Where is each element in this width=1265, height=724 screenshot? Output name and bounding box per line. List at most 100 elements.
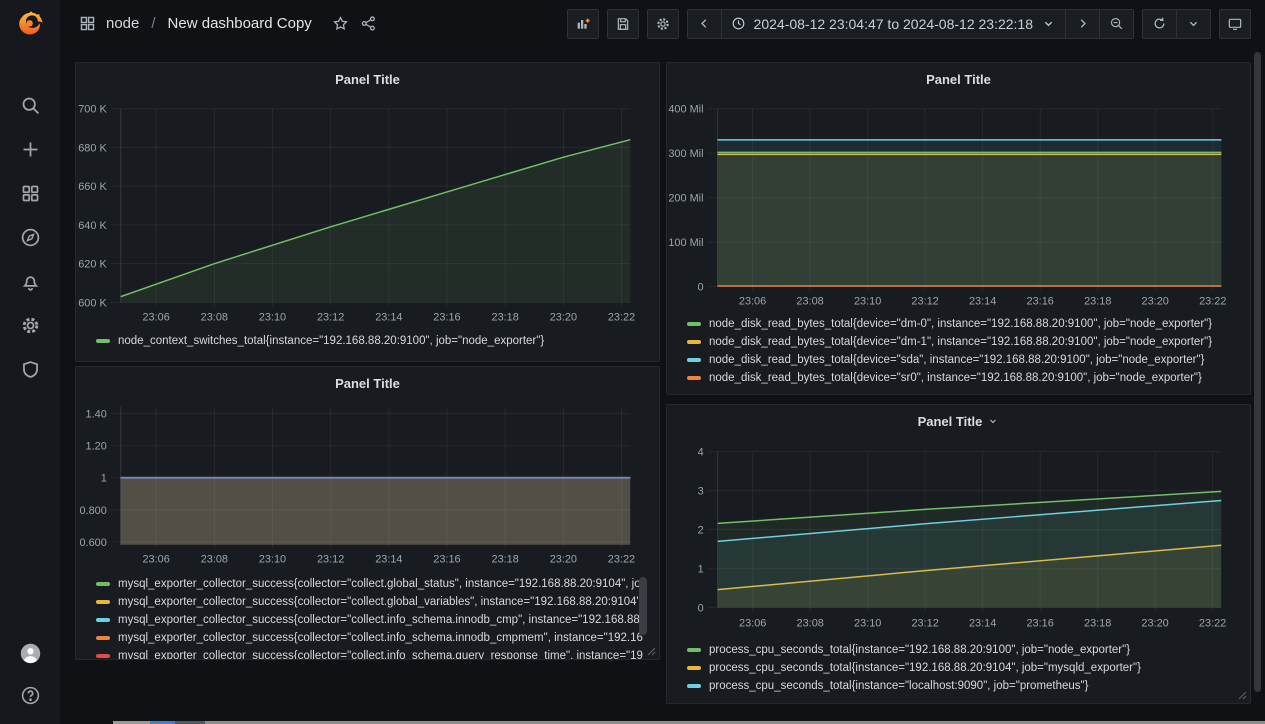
legend-label: mysql_exporter_collector_success{collect… [118,614,643,626]
legend-item[interactable]: node_disk_read_bytes_total{device="dm-1"… [687,333,1234,351]
svg-text:23:20: 23:20 [550,554,577,566]
legend-swatch [96,600,110,604]
legend-label: mysql_exporter_collector_success{collect… [118,578,643,590]
legend-swatch [96,654,110,658]
svg-text:200 Mil: 200 Mil [668,193,703,205]
svg-text:100 Mil: 100 Mil [668,237,703,249]
add-panel-button[interactable] [567,9,599,39]
svg-text:23:18: 23:18 [492,554,519,566]
time-controls: 2024-08-12 23:04:47 to 2024-08-12 23:22:… [687,9,1134,39]
svg-text:23:22: 23:22 [1199,618,1226,630]
refresh-button[interactable] [1143,10,1176,38]
svg-text:23:10: 23:10 [854,618,881,630]
grafana-logo-icon[interactable] [13,8,47,42]
legend-swatch [96,618,110,622]
legend-item[interactable]: mysql_exporter_collector_success{collect… [96,593,643,611]
legend-label: mysql_exporter_collector_success{collect… [118,632,643,644]
apps-grid-icon[interactable] [78,15,96,33]
svg-text:23:06: 23:06 [142,311,169,323]
svg-text:23:14: 23:14 [969,296,996,308]
svg-text:2: 2 [698,525,704,537]
svg-text:660 K: 660 K [78,181,107,193]
svg-text:620 K: 620 K [78,259,107,271]
panel-resize-handle[interactable] [1238,691,1247,700]
legend: process_cpu_seconds_total{instance="192.… [687,641,1234,695]
svg-text:23:08: 23:08 [201,311,228,323]
legend-item[interactable]: node_disk_read_bytes_total{device="sr0",… [687,369,1234,387]
legend-item[interactable]: process_cpu_seconds_total{instance="192.… [687,641,1234,659]
svg-text:680 K: 680 K [78,142,107,154]
legend-item[interactable]: process_cpu_seconds_total{instance="192.… [687,659,1234,677]
svg-text:23:12: 23:12 [911,296,938,308]
kiosk-mode-button[interactable] [1219,9,1251,39]
page-scrollbar[interactable] [1254,52,1261,692]
chevron-down-icon [1041,16,1056,31]
svg-text:3: 3 [698,486,704,498]
legend-label: node_context_switches_total{instance="19… [118,335,544,347]
svg-text:23:22: 23:22 [608,311,635,323]
legend-item[interactable]: process_cpu_seconds_total{instance="loca… [687,677,1234,695]
legend-item[interactable]: mysql_exporter_collector_success{collect… [96,629,643,647]
user-avatar[interactable] [19,642,41,664]
explore-compass-icon[interactable] [19,226,41,248]
legend-swatch [687,376,701,380]
svg-text:1.20: 1.20 [86,441,107,453]
svg-text:23:16: 23:16 [1027,618,1054,630]
svg-text:23:18: 23:18 [492,311,519,323]
legend-scrollbar[interactable] [639,577,647,635]
panel-resize-handle[interactable] [647,647,656,656]
legend-swatch [687,358,701,362]
svg-text:23:10: 23:10 [259,554,286,566]
time-range-picker[interactable]: 2024-08-12 23:04:47 to 2024-08-12 23:22:… [721,10,1065,38]
share-icon[interactable] [360,15,378,33]
refresh-controls [1142,9,1211,39]
dashboards-icon[interactable] [19,182,41,204]
search-icon[interactable] [19,94,41,116]
legend-label: process_cpu_seconds_total{instance="192.… [709,662,1141,674]
chart-canvas[interactable]: 700 K680 K660 K640 K620 K600 K23:0623:08… [76,63,659,361]
svg-text:23:06: 23:06 [142,554,169,566]
legend-label: mysql_exporter_collector_success{collect… [118,596,643,608]
svg-text:23:16: 23:16 [1027,296,1054,308]
panel: Panel Title 400 Mil300 Mil200 Mil100 Mil… [666,62,1251,395]
star-icon[interactable] [332,15,350,33]
legend-swatch [96,582,110,586]
svg-text:23:12: 23:12 [317,554,344,566]
legend: node_context_switches_total{instance="19… [96,332,643,350]
svg-text:700 K: 700 K [78,104,107,116]
breadcrumb-folder[interactable]: node [106,15,139,32]
svg-text:23:10: 23:10 [854,296,881,308]
svg-text:23:08: 23:08 [796,296,823,308]
sidebar [0,0,60,724]
legend-item[interactable]: node_context_switches_total{instance="19… [96,332,643,350]
save-dashboard-button[interactable] [607,9,639,39]
legend-label: node_disk_read_bytes_total{device="sda",… [709,354,1204,366]
svg-text:23:08: 23:08 [201,554,228,566]
admin-shield-icon[interactable] [19,358,41,380]
refresh-interval-dropdown[interactable] [1176,10,1210,38]
svg-text:23:20: 23:20 [1141,618,1168,630]
svg-text:23:06: 23:06 [739,296,766,308]
svg-text:640 K: 640 K [78,220,107,232]
legend-item[interactable]: node_disk_read_bytes_total{device="dm-0"… [687,315,1234,333]
legend-item[interactable]: node_disk_read_bytes_total{device="sda",… [687,351,1234,369]
zoom-out-time-button[interactable] [1099,10,1133,38]
legend-item[interactable]: mysql_exporter_collector_success{collect… [96,611,643,629]
panel: Panel Title 1.401.2010.8000.60023:0623:0… [75,366,660,660]
time-shift-back-button[interactable] [688,10,721,38]
alerting-bell-icon[interactable] [19,270,41,292]
svg-text:0.800: 0.800 [79,505,106,517]
time-shift-forward-button[interactable] [1065,10,1099,38]
configuration-gear-icon[interactable] [19,314,41,336]
create-plus-icon[interactable] [19,138,41,160]
svg-text:1: 1 [101,473,107,485]
svg-text:23:20: 23:20 [1142,296,1169,308]
dashboard-title[interactable]: New dashboard Copy [168,15,312,32]
legend-item[interactable]: mysql_exporter_collector_success{collect… [96,575,643,593]
dashboard-settings-button[interactable] [647,9,679,39]
help-icon[interactable] [19,684,41,706]
svg-text:23:16: 23:16 [433,311,460,323]
legend-swatch [96,636,110,640]
legend-item[interactable]: mysql_exporter_collector_success{collect… [96,647,643,659]
legend-swatch [687,684,701,688]
